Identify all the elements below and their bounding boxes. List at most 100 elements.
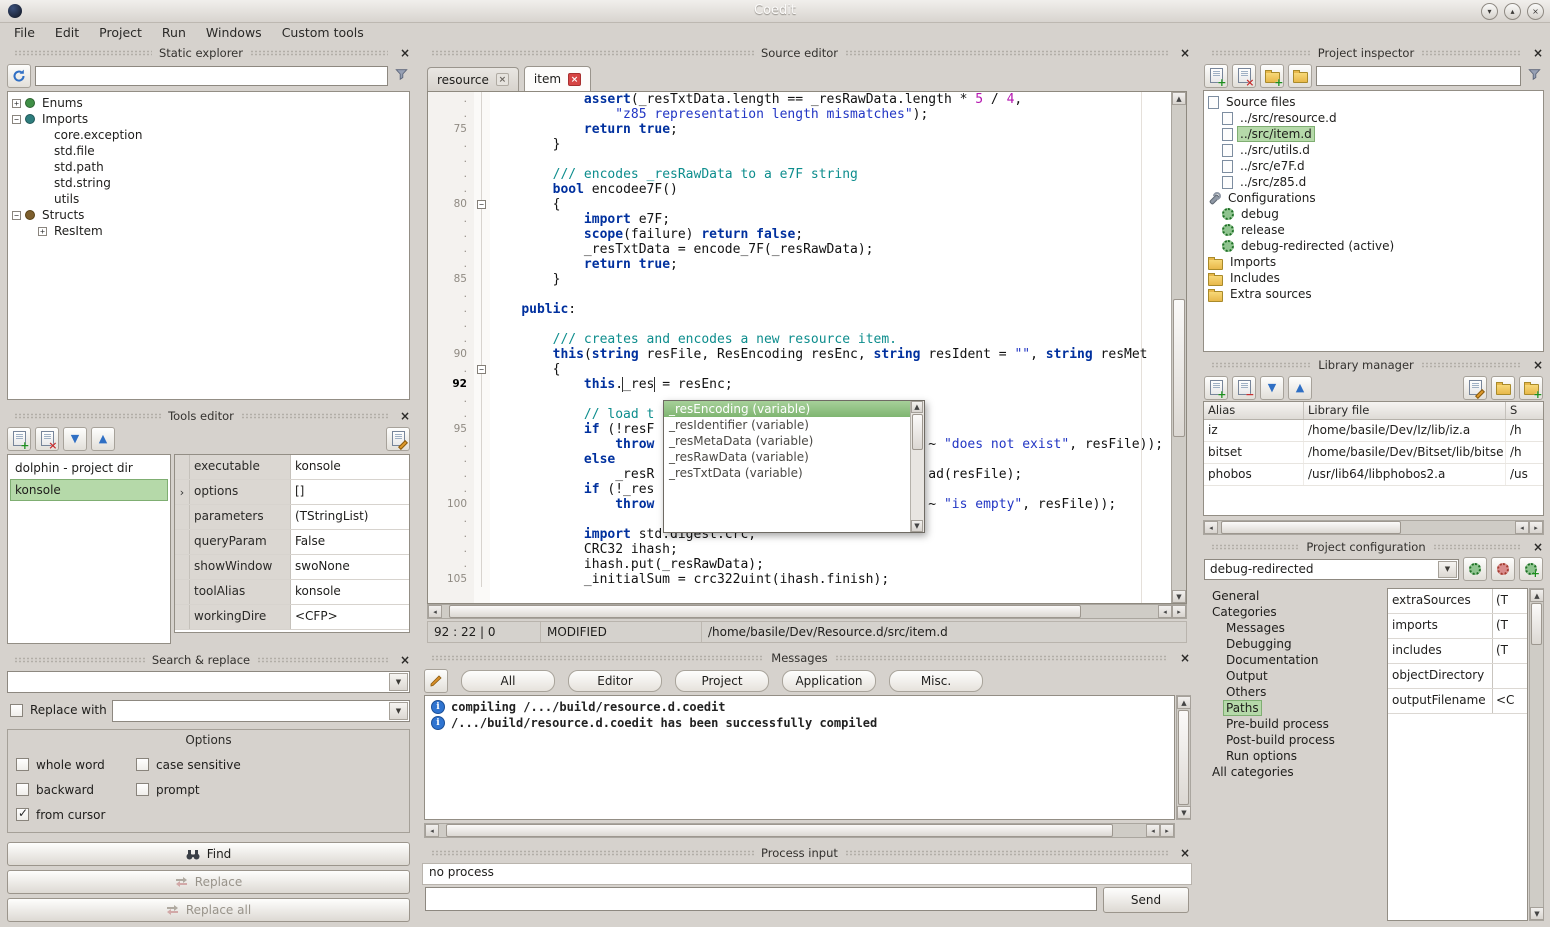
expander-icon[interactable]: − — [12, 211, 21, 220]
checkbox-icon[interactable] — [16, 758, 29, 771]
remove-source-button[interactable] — [1232, 64, 1256, 88]
scroll-left-icon[interactable]: ◂ — [1204, 521, 1218, 534]
filter-icon[interactable] — [1525, 67, 1543, 84]
fold-marker[interactable] — [474, 347, 490, 362]
filter-all-button[interactable]: All — [461, 670, 555, 692]
process-input-field[interactable] — [425, 887, 1097, 911]
completion-item[interactable]: _resIdentifier (variable) — [664, 417, 910, 433]
chevron-down-icon[interactable]: ▼ — [389, 673, 408, 691]
scroll-up-icon[interactable]: ▲ — [1172, 92, 1186, 105]
fold-marker[interactable] — [474, 152, 490, 167]
filter-icon[interactable] — [392, 67, 410, 84]
tree-item[interactable]: Imports — [1204, 254, 1543, 270]
category-item[interactable]: Paths — [1205, 700, 1381, 716]
property-row[interactable]: imports (T — [1388, 614, 1527, 639]
filter-project-button[interactable]: Project — [675, 670, 769, 692]
editor-tab[interactable]: resource × — [427, 67, 519, 91]
add-configuration-button[interactable] — [1519, 557, 1543, 581]
tools-list[interactable]: dolphin - project dir konsole — [7, 454, 171, 644]
scroll-up-icon[interactable]: ▲ — [1530, 589, 1544, 602]
menu-item[interactable]: Windows — [196, 23, 272, 42]
filter-application-button[interactable]: Application — [782, 670, 876, 692]
scroll-left-icon[interactable]: ◂ — [425, 824, 439, 837]
chevron-down-icon[interactable]: ▼ — [389, 702, 408, 720]
property-value[interactable]: (T — [1493, 614, 1527, 638]
library-row[interactable]: phobos /usr/lib64/libphobos2.a /us — [1204, 464, 1543, 486]
library-table[interactable]: Alias Library file S iz /home/basile/Dev… — [1203, 401, 1544, 516]
expander-icon[interactable]: − — [12, 115, 21, 124]
sync-configurations-button[interactable] — [1463, 557, 1487, 581]
property-value[interactable]: konsole — [291, 580, 409, 604]
property-row[interactable]: includes (T — [1388, 639, 1527, 664]
fold-marker[interactable] — [474, 122, 490, 137]
fold-marker[interactable] — [474, 572, 490, 587]
tool-property-grid[interactable]: executable konsole › options [] paramete… — [174, 454, 410, 633]
completion-item[interactable]: _resEncoding (variable) — [664, 401, 910, 417]
replace-with-checkbox[interactable]: Replace with — [10, 703, 107, 717]
fold-marker[interactable] — [474, 407, 490, 422]
fold-marker[interactable] — [474, 422, 490, 437]
close-panel-icon[interactable]: × — [1533, 359, 1543, 371]
add-folder-button[interactable] — [1260, 64, 1284, 88]
fold-marker[interactable] — [474, 392, 490, 407]
add-tool-button[interactable] — [7, 427, 31, 451]
category-item[interactable]: General — [1205, 588, 1381, 604]
remove-tool-button[interactable] — [35, 427, 59, 451]
fold-marker[interactable] — [474, 92, 490, 107]
symbol-tree[interactable]: + Enums − Imports core.exception — [7, 91, 410, 400]
completion-item[interactable]: _resRawData (variable) — [664, 449, 910, 465]
category-item[interactable]: Output — [1205, 668, 1381, 684]
completion-list[interactable]: _resEncoding (variable) _resIdentifier (… — [664, 401, 910, 532]
open-library-folder-button[interactable] — [1491, 376, 1515, 400]
remove-library-button[interactable] — [1232, 376, 1256, 400]
property-value[interactable]: (T — [1493, 639, 1527, 663]
expander-icon[interactable]: + — [12, 99, 21, 108]
message-line[interactable]: compiling /.../build/resource.d.coedit — [427, 699, 1172, 715]
messages-vertical-scrollbar[interactable]: ▲ ▼ — [1176, 695, 1191, 820]
fold-marker[interactable] — [474, 302, 490, 317]
move-tool-down-button[interactable]: ▼ — [63, 427, 87, 451]
scroll-down-icon[interactable]: ▼ — [1172, 590, 1186, 603]
send-button[interactable]: Send — [1103, 887, 1189, 913]
tree-item[interactable]: ../src/utils.d — [1204, 142, 1543, 158]
tree-item[interactable]: ../src/resource.d — [1204, 110, 1543, 126]
filter-misc-button[interactable]: Misc. — [889, 670, 983, 692]
category-item[interactable]: Debugging — [1205, 636, 1381, 652]
close-panel-icon[interactable]: × — [1533, 541, 1543, 553]
category-item[interactable]: Messages — [1205, 620, 1381, 636]
category-item[interactable]: Run options — [1205, 748, 1381, 764]
fold-marker[interactable] — [474, 227, 490, 242]
search-option-checkbox[interactable]: prompt — [136, 783, 405, 797]
move-library-down-button[interactable]: ▼ — [1260, 376, 1284, 400]
scroll-down-icon[interactable]: ▼ — [1177, 806, 1191, 819]
fold-marker[interactable] — [474, 332, 490, 347]
chevron-down-icon[interactable]: ▼ — [1438, 561, 1457, 578]
property-row[interactable]: › options [] — [175, 480, 409, 505]
checkbox-icon[interactable] — [136, 758, 149, 771]
category-item[interactable]: Documentation — [1205, 652, 1381, 668]
property-value[interactable]: <C — [1493, 689, 1527, 713]
tree-item[interactable]: Extra sources — [1204, 286, 1543, 302]
close-panel-icon[interactable]: × — [1180, 652, 1190, 664]
fold-marker[interactable] — [474, 467, 490, 482]
fold-marker[interactable] — [474, 287, 490, 302]
tab-close-icon[interactable]: × — [496, 73, 509, 86]
fold-marker[interactable] — [474, 182, 490, 197]
tree-item[interactable]: Configurations — [1204, 190, 1543, 206]
find-button[interactable]: Find — [7, 842, 410, 866]
fold-marker[interactable] — [474, 377, 490, 392]
tree-item[interactable]: − Structs — [8, 207, 409, 223]
close-panel-icon[interactable]: × — [1533, 47, 1543, 59]
close-panel-icon[interactable]: × — [400, 654, 410, 666]
property-value[interactable]: swoNone — [291, 555, 409, 579]
add-source-button[interactable] — [1204, 64, 1228, 88]
property-value[interactable]: konsole — [291, 455, 409, 479]
fold-marker[interactable] — [474, 212, 490, 227]
scroll-left-icon[interactable]: ◂ — [1515, 521, 1529, 534]
expander-icon[interactable]: + — [38, 227, 47, 236]
tree-item[interactable]: std.string — [8, 175, 409, 191]
menu-item[interactable]: File — [4, 23, 45, 42]
property-row[interactable]: extraSources (T — [1388, 589, 1527, 614]
fold-marker[interactable] — [474, 482, 490, 497]
fold-marker[interactable] — [474, 557, 490, 572]
